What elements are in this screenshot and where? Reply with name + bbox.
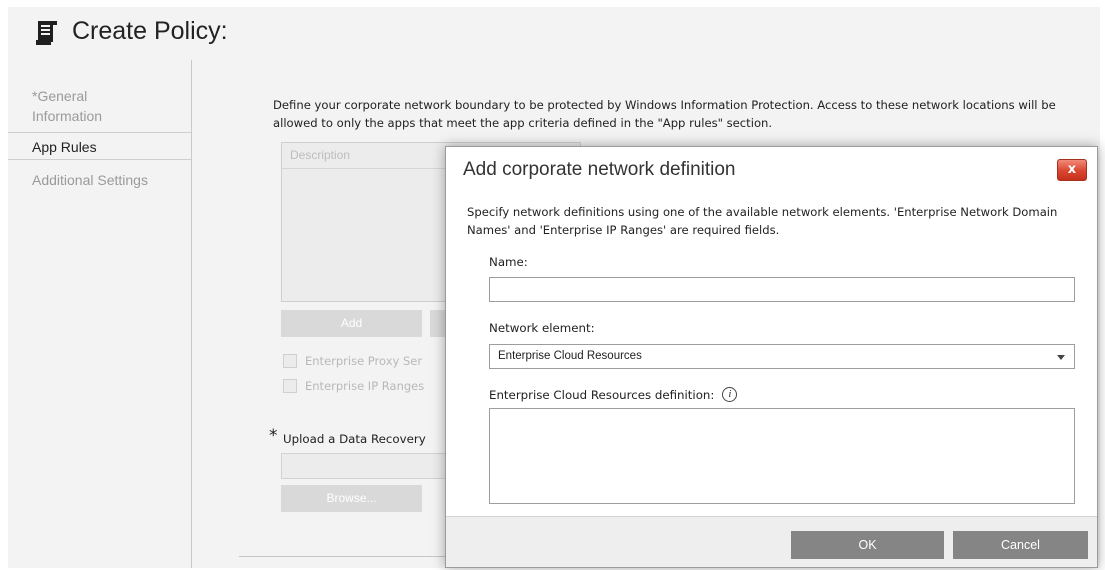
sidebar-item-app-rules[interactable]: App Rules [8, 132, 191, 160]
name-label: Name: [489, 255, 528, 269]
sidebar-item-additional-settings[interactable]: Additional Settings [8, 160, 191, 200]
definition-textarea[interactable] [489, 408, 1075, 504]
ok-button[interactable]: OK [791, 531, 944, 559]
network-element-label: Network element: [489, 321, 595, 335]
cancel-button[interactable]: Cancel [953, 531, 1088, 559]
add-button[interactable]: Add [281, 310, 422, 337]
network-element-select[interactable]: Enterprise Cloud Resources [489, 344, 1075, 369]
proxy-servers-label: Enterprise Proxy Ser [305, 354, 423, 368]
ip-ranges-checkbox[interactable] [283, 379, 297, 393]
sidebar-item-general[interactable]: *General [8, 60, 191, 104]
proxy-servers-checkbox-row[interactable]: Enterprise Proxy Ser [283, 352, 422, 370]
divider [239, 556, 459, 557]
add-network-definition-dialog: Add corporate network definition x Speci… [445, 146, 1098, 568]
ip-ranges-checkbox-row[interactable]: Enterprise IP Ranges [283, 377, 424, 395]
dialog-title: Add corporate network definition [463, 159, 736, 180]
definition-label: Enterprise Cloud Resources definition: [489, 387, 715, 402]
definition-label-row: Enterprise Cloud Resources definition: i [489, 387, 738, 402]
dialog-description: Specify network definitions using one of… [467, 205, 1058, 237]
proxy-servers-checkbox[interactable] [283, 354, 297, 368]
name-input[interactable] [489, 277, 1075, 302]
dialog-titlebar: Add corporate network definition x [446, 147, 1097, 185]
upload-label: Upload a Data Recovery [283, 432, 426, 446]
dialog-footer: OK Cancel [446, 516, 1097, 567]
policy-scroll-icon [36, 21, 57, 45]
sidebar: *General Information App Rules Additiona… [8, 60, 192, 568]
intro-text: Define your corporate network boundary t… [273, 98, 1056, 130]
browse-button[interactable]: Browse... [281, 485, 422, 512]
ip-ranges-label: Enterprise IP Ranges [305, 379, 425, 393]
page-title: Create Policy: [72, 17, 228, 45]
page-header: Create Policy: [8, 7, 1100, 59]
dialog-body: Specify network definitions using one of… [446, 185, 1097, 518]
required-marker: * [269, 426, 278, 446]
info-icon[interactable]: i [722, 387, 738, 402]
network-element-value: Enterprise Cloud Resources [498, 350, 642, 362]
sidebar-item-information[interactable]: Information [8, 100, 191, 132]
close-icon[interactable]: x [1057, 159, 1087, 181]
chevron-down-icon [1057, 355, 1065, 360]
